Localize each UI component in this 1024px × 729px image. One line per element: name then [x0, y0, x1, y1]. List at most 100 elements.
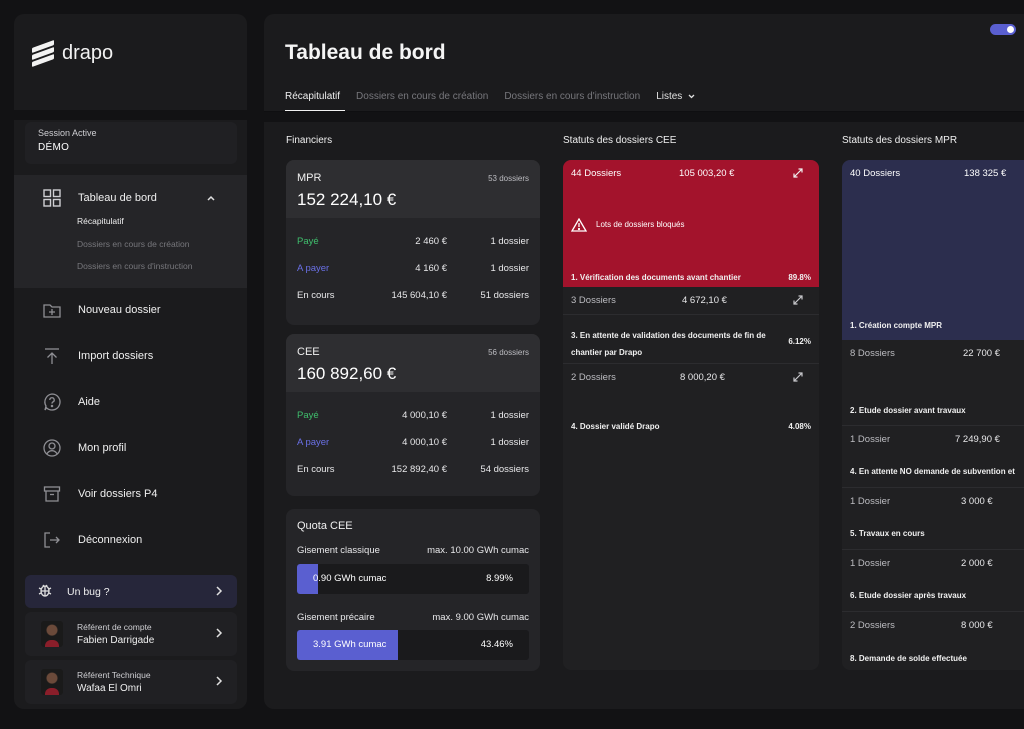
upload-icon [42, 346, 62, 366]
drapo-logo-icon [32, 39, 54, 67]
mpr-status-title: Statuts des dossiers MPR [842, 135, 958, 146]
sidebar-item-import[interactable]: Import dossiers [42, 346, 153, 366]
expand-icon[interactable] [793, 372, 803, 385]
block-label: 8. Demande de solde effectuée [850, 654, 967, 663]
fin-card-name: MPR [297, 172, 322, 184]
cee-block-4[interactable]: 2 Dossiers 8 000,20 € 4. Dossier validé … [563, 364, 819, 454]
bug-icon [37, 582, 53, 601]
gisement-label: Gisement précaire [297, 612, 375, 623]
row-label: A payer [297, 437, 330, 448]
cee-status-panel: 44 Dossiers 105 003,20 € Lots de dossier… [563, 160, 819, 670]
fin-card-total: 152 224,10 € [297, 190, 397, 209]
fin-card-cee: CEE 56 dossiers 160 892,60 € Payé 4 000,… [286, 334, 540, 496]
progress-value: 3.91 GWh cumac [313, 639, 387, 650]
block-percent: 6.12% [788, 337, 811, 346]
gisement-precaire-header: Gisement précaire max. 9.00 GWh cumac [297, 612, 529, 623]
referent-name: Wafaa El Omri [77, 683, 142, 694]
block-label: 1. Création compte MPR [850, 321, 943, 330]
chevron-down-icon [688, 94, 695, 99]
logout-icon [42, 530, 62, 550]
block-amount: 8 000,20 € [680, 372, 725, 383]
fin-card-total: 160 892,60 € [297, 364, 397, 383]
mpr-block-8[interactable]: 2 Dossiers 8 000 € 8. Demande de solde e… [842, 612, 1024, 670]
theme-toggle[interactable] [990, 24, 1016, 35]
row-label: En cours [297, 290, 335, 301]
fin-row-in-progress: En cours 152 892,40 € 54 dossiers [297, 464, 529, 475]
row-amount: 152 892,40 € [391, 464, 447, 475]
row-label: Payé [297, 410, 319, 421]
chevron-up-icon[interactable] [206, 193, 216, 206]
blocked-label: Lots de dossiers bloqués [596, 220, 685, 229]
sidebar-subitem-recap[interactable]: Récapitulatif [77, 216, 124, 226]
page-title: Tableau de bord [285, 41, 446, 64]
block-label: 6. Etude dossier après travaux [850, 591, 967, 600]
tab-lists[interactable]: Listes [656, 91, 695, 102]
block-amount: 8 000 € [961, 620, 993, 631]
account-referent-card[interactable]: Référent de compte Fabien Darrigade [25, 612, 237, 656]
logo-text: drapo [62, 42, 114, 64]
mpr-block-1[interactable]: 40 Dossiers 138 325 € 1. Création compte… [842, 160, 1024, 340]
grid-icon [42, 188, 62, 208]
row-amount: 145 604,10 € [391, 290, 447, 301]
fin-row-paid: Payé 4 000,10 € 1 dossier [297, 410, 529, 421]
referent-role: Référent Technique [77, 670, 151, 680]
block-count: 1 Dossier [850, 558, 891, 569]
bug-report-button[interactable]: Un bug ? [25, 575, 237, 608]
mpr-block-2[interactable]: 8 Dossiers 22 700 € 2. Etude dossier ava… [842, 340, 1024, 425]
sidebar-item-label: Voir dossiers P4 [78, 488, 158, 500]
gisement-max: max. 10.00 GWh cumac [427, 545, 529, 556]
avatar [41, 621, 63, 647]
folder-plus-icon [42, 300, 62, 320]
sidebar-item-p4[interactable]: Voir dossiers P4 [42, 484, 157, 504]
row-amount: 2 460 € [415, 236, 447, 247]
mpr-status-panel: 40 Dossiers 138 325 € 1. Création compte… [842, 160, 1024, 670]
progress-percent: 8.99% [486, 573, 513, 584]
cee-block-1[interactable]: 44 Dossiers 105 003,20 € Lots de dossier… [563, 160, 819, 287]
technical-referent-card[interactable]: Référent Technique Wafaa El Omri [25, 660, 237, 704]
nav-group-dashboard: Tableau de bord Récapitulatif Dossiers e… [14, 175, 247, 288]
expand-icon[interactable] [793, 168, 803, 181]
row-amount: 4 000,10 € [402, 437, 447, 448]
row-dossiers: 1 dossier [490, 437, 529, 448]
fin-row-in-progress: En cours 145 604,10 € 51 dossiers [297, 290, 529, 301]
block-amount: 4 672,10 € [682, 295, 727, 306]
referent-name: Fabien Darrigade [77, 635, 155, 646]
sidebar-item-help[interactable]: Aide [42, 392, 100, 412]
mpr-block-4[interactable]: 1 Dossier 7 249,90 € 4. En attente NO de… [842, 426, 1024, 487]
row-amount: 4 160 € [415, 263, 447, 274]
sidebar-item-dashboard[interactable]: Tableau de bord [42, 188, 157, 208]
cee-block-3[interactable]: 3 Dossiers 4 672,10 € 3. En attente de v… [563, 287, 819, 363]
block-label: 3. En attente de validation des document… [571, 331, 766, 357]
progress-percent: 43.46% [480, 639, 513, 650]
sidebar-item-label: Déconnexion [78, 534, 143, 546]
tab-recap[interactable]: Récapitulatif [285, 91, 340, 102]
block-percent: 89.8% [788, 273, 811, 282]
help-icon [42, 392, 62, 412]
gisement-precaire-bar: 3.91 GWh cumac 43.46% [297, 630, 529, 660]
mpr-block-6[interactable]: 1 Dossier 2 000 € 6. Etude dossier après… [842, 550, 1024, 611]
sidebar-subitem-instruction[interactable]: Dossiers en cours d'instruction [77, 261, 192, 271]
row-dossiers: 51 dossiers [480, 290, 529, 301]
logo[interactable]: drapo [32, 39, 114, 67]
session-value: DÉMO [38, 142, 70, 153]
sidebar-subitem-creation[interactable]: Dossiers en cours de création [77, 239, 189, 249]
sidebar-item-label: Aide [78, 396, 101, 408]
warning-icon [570, 217, 588, 237]
sidebar-item-logout[interactable]: Déconnexion [42, 530, 142, 550]
block-label: 2. Etude dossier avant travaux [850, 406, 966, 415]
expand-icon[interactable] [793, 295, 803, 308]
financiers-title: Financiers [286, 135, 333, 146]
block-label: 4. En attente NO demande de subvention e… [850, 467, 1015, 476]
gisement-classique-bar: 0.90 GWh cumac 8.99% [297, 564, 529, 594]
mpr-block-5[interactable]: 1 Dossier 3 000 € 5. Travaux en cours [842, 488, 1024, 549]
header-band [264, 112, 1024, 122]
bug-label: Un bug ? [67, 585, 110, 598]
row-label: En cours [297, 464, 335, 475]
tab-creation[interactable]: Dossiers en cours de création [356, 91, 488, 102]
sidebar-item-profile[interactable]: Mon profil [42, 438, 126, 458]
block-percent: 4.08% [788, 422, 811, 431]
tab-instruction[interactable]: Dossiers en cours d'instruction [504, 91, 640, 102]
sidebar-item-new-folder[interactable]: Nouveau dossier [42, 300, 161, 320]
progress-value: 0.90 GWh cumac [313, 573, 387, 584]
session-label: Session Active [38, 128, 97, 138]
